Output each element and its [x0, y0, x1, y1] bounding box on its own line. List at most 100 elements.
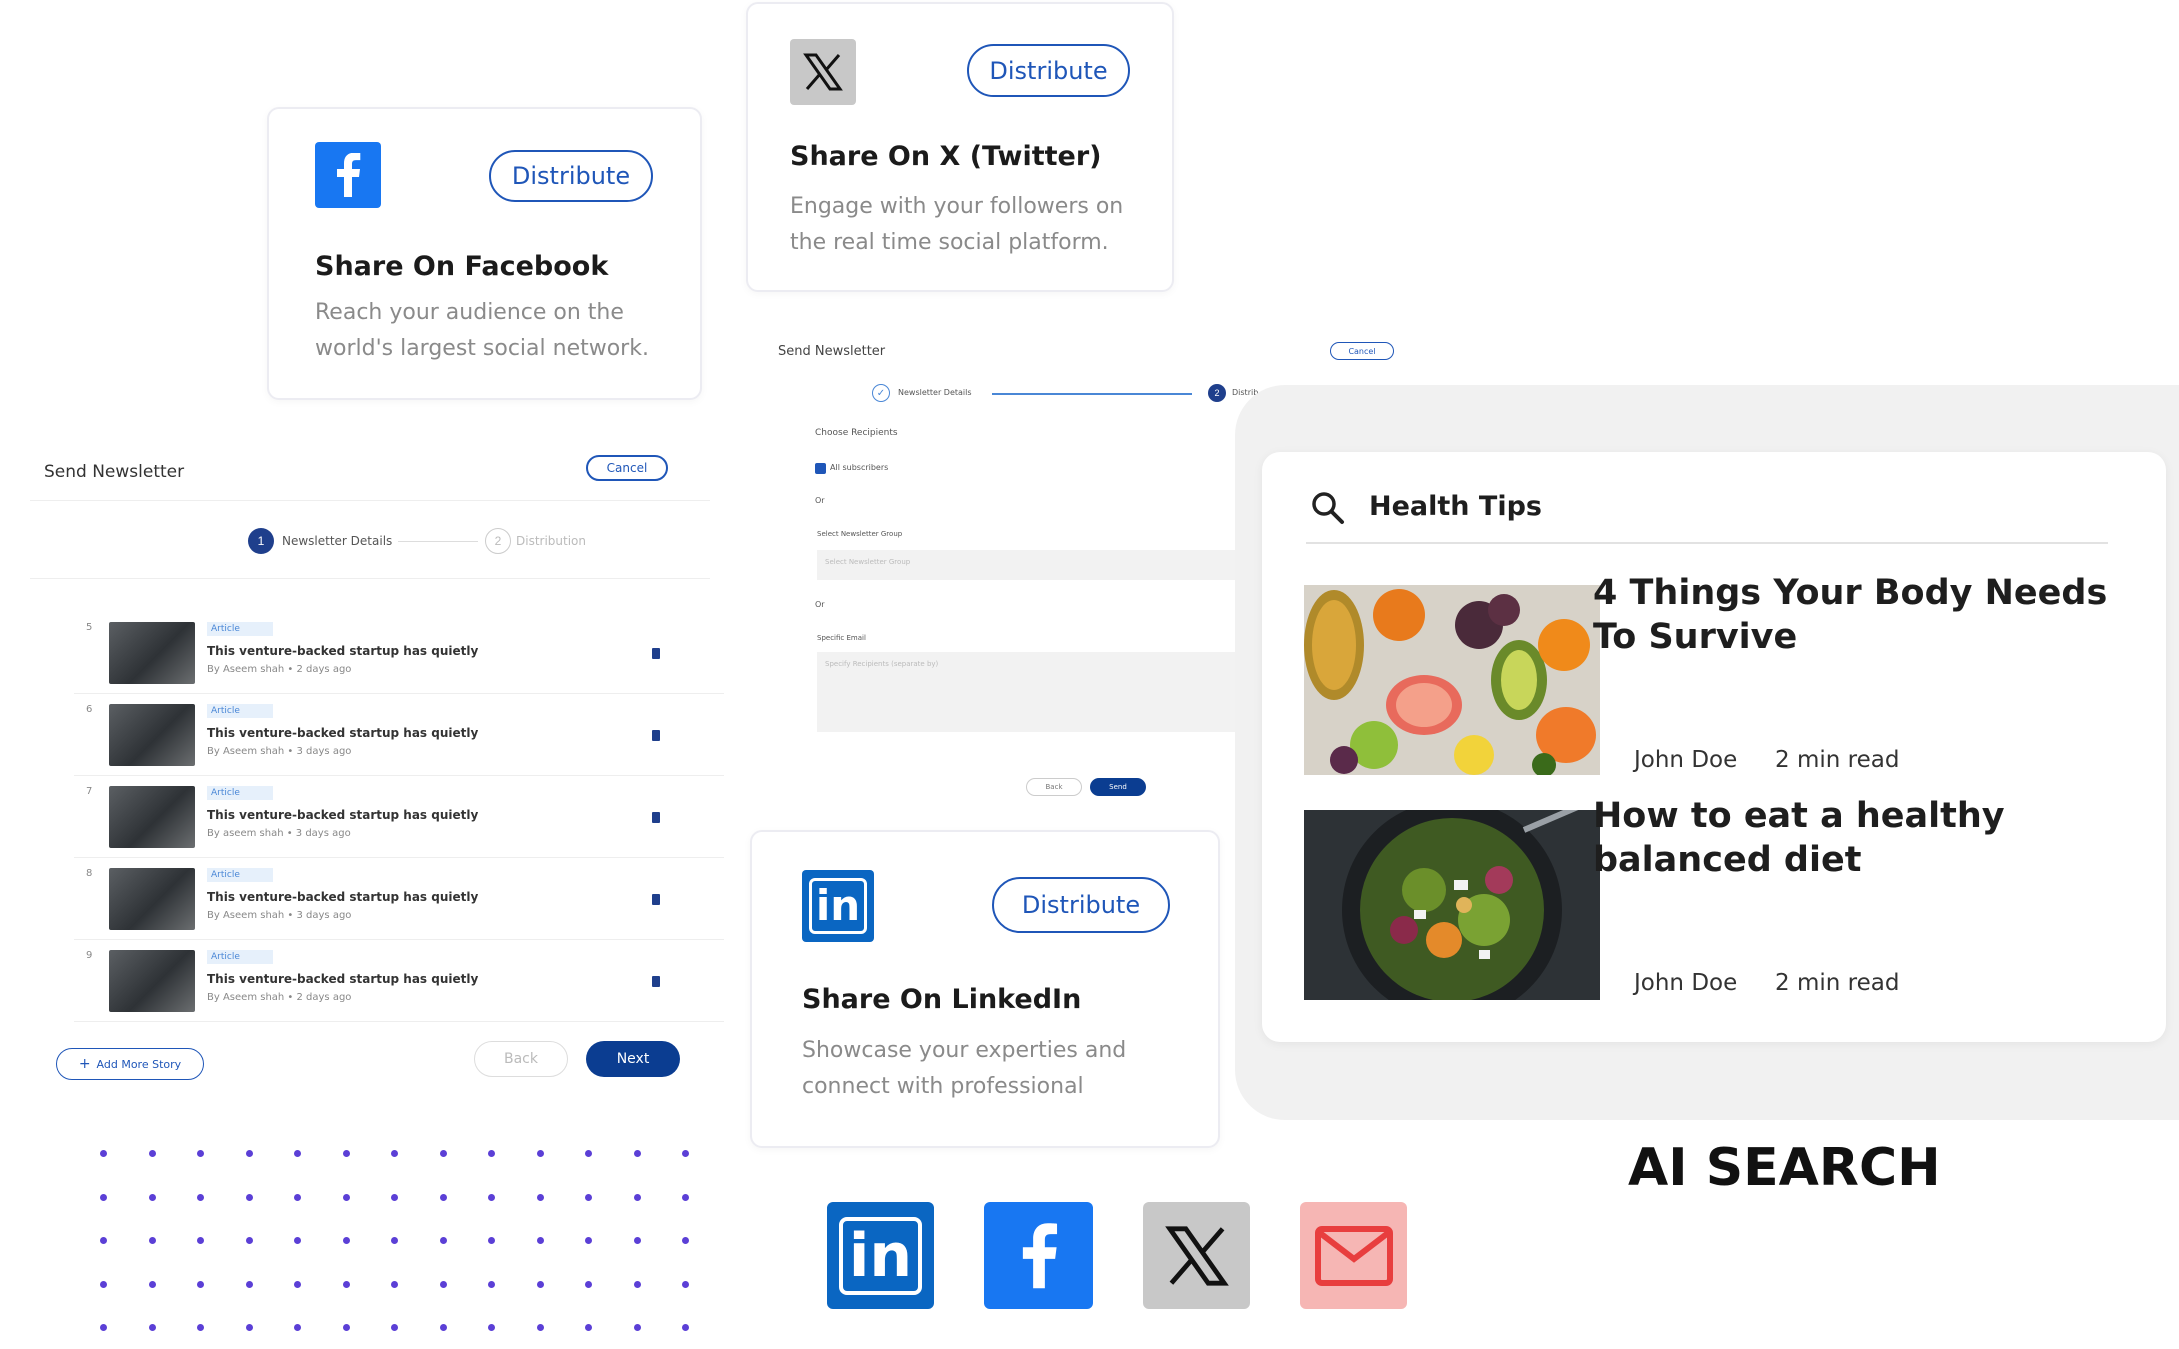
story-number: 8	[86, 868, 93, 879]
search-icon[interactable]	[1308, 488, 1348, 528]
story-tag-label: Article	[211, 952, 240, 962]
facebook-share-card: Distribute Share On Facebook Reach your …	[267, 107, 702, 400]
ai-search-card: Health Tips 4 Things Your Body Needs To …	[1262, 452, 2166, 1042]
decorative-dot	[439, 1324, 447, 1331]
decorative-dot	[100, 1150, 107, 1157]
story-row[interactable]: 8 Article This venture-backed startup ha…	[74, 860, 724, 940]
decorative-dot	[245, 1280, 253, 1288]
step-1-label: Newsletter Details	[898, 388, 972, 397]
decorative-dot	[633, 1237, 641, 1244]
decorative-dot	[391, 1193, 398, 1201]
story-tag-label: Article	[211, 624, 240, 634]
decorative-dot	[148, 1150, 156, 1157]
decorative-dot	[245, 1150, 253, 1157]
delete-icon[interactable]	[652, 976, 660, 987]
desc-line: Reach your audience on the	[315, 300, 624, 325]
decorative-dot	[585, 1150, 592, 1157]
decorative-dot	[682, 1324, 689, 1331]
linkedin-icon[interactable]: in	[827, 1202, 934, 1309]
step-2-label: Distribution	[516, 534, 587, 548]
decorative-dot	[391, 1237, 398, 1244]
story-row[interactable]: 6 Article This venture-backed startup ha…	[74, 696, 724, 776]
step-2-indicator: 2	[1208, 384, 1226, 402]
facebook-card-desc: Reach your audience on the world's large…	[315, 295, 649, 367]
choose-recipients-label: Choose Recipients	[815, 428, 898, 438]
result-author: John Doe	[1634, 747, 1738, 773]
result-title[interactable]: How to eat a healthy balanced diet	[1593, 794, 2113, 882]
back-button[interactable]: Back	[474, 1041, 568, 1077]
delete-icon[interactable]	[652, 812, 660, 823]
linkedin-distribute-button[interactable]: Distribute	[992, 877, 1170, 933]
decorative-dot	[488, 1280, 495, 1288]
add-more-story-label: Add More Story	[96, 1057, 182, 1071]
story-title: This venture-backed startup has quietly	[207, 808, 479, 822]
header-divider	[30, 500, 710, 501]
decorative-dot	[536, 1150, 544, 1157]
story-tag: Article	[207, 950, 273, 964]
desc-line: connect with professional	[802, 1074, 1084, 1099]
decorative-dot	[633, 1150, 641, 1157]
desc-line: the real time social platform.	[790, 230, 1109, 255]
back-button[interactable]: Back	[1026, 778, 1082, 796]
story-tag: Article	[207, 704, 273, 718]
decorative-dot	[294, 1324, 301, 1331]
add-more-story-button[interactable]: + Add More Story	[56, 1048, 204, 1080]
decorative-dot	[439, 1193, 447, 1201]
delete-icon[interactable]	[652, 730, 660, 741]
delete-icon[interactable]	[652, 894, 660, 905]
decorative-dot	[100, 1324, 107, 1331]
facebook-icon[interactable]	[984, 1202, 1093, 1309]
send-button[interactable]: Send	[1090, 778, 1146, 796]
story-number: 5	[86, 622, 93, 633]
all-subscribers-checkbox[interactable]	[815, 463, 826, 474]
step-1-label: Newsletter Details	[282, 534, 393, 548]
mail-icon[interactable]	[1300, 1202, 1407, 1309]
x-icon[interactable]	[1143, 1202, 1250, 1309]
decorative-dot	[294, 1193, 301, 1201]
decorative-dot	[148, 1237, 156, 1244]
x-distribute-button[interactable]: Distribute	[967, 44, 1130, 97]
linkedin-card-desc: Showcase your experties and connect with…	[802, 1033, 1126, 1105]
dot-grid-decoration	[100, 1150, 710, 1349]
story-meta: By Aseem shah • 2 days ago	[207, 664, 352, 675]
facebook-distribute-button[interactable]: Distribute	[489, 150, 653, 202]
decorative-dot	[294, 1280, 301, 1288]
decorative-dot	[197, 1150, 204, 1157]
decorative-dot	[342, 1324, 350, 1331]
story-meta: By Aseem shah • 3 days ago	[207, 910, 352, 921]
story-row[interactable]: 5 Article This venture-backed startup ha…	[74, 614, 724, 694]
step-2-indicator: 2	[485, 528, 511, 554]
decorative-dot	[488, 1237, 495, 1244]
next-button[interactable]: Next	[586, 1041, 680, 1077]
story-row[interactable]: 9 Article This venture-backed startup ha…	[74, 942, 724, 1022]
result-image-salad	[1304, 810, 1600, 1000]
steps-divider	[30, 578, 710, 579]
step-1-indicator: 1	[248, 528, 274, 554]
delete-icon[interactable]	[652, 648, 660, 659]
select-group-label: Select Newsletter Group	[817, 530, 903, 538]
search-query[interactable]: Health Tips	[1369, 491, 1542, 522]
result-title[interactable]: 4 Things Your Body Needs To Survive	[1593, 571, 2113, 659]
story-tag-label: Article	[211, 870, 240, 880]
decorative-dot	[294, 1150, 301, 1157]
desc-line: Showcase your experties and	[802, 1038, 1127, 1063]
decorative-dot	[585, 1193, 592, 1201]
decorative-dot	[391, 1150, 398, 1157]
decorative-dot	[633, 1193, 641, 1201]
x-icon	[790, 39, 856, 105]
decorative-dot	[391, 1280, 398, 1288]
facebook-card-title: Share On Facebook	[315, 251, 609, 282]
decorative-dot	[342, 1280, 350, 1288]
decorative-dot	[100, 1193, 107, 1201]
cancel-button[interactable]: Cancel	[1330, 342, 1394, 360]
story-row[interactable]: 7 Article This venture-backed startup ha…	[74, 778, 724, 858]
story-tag: Article	[207, 786, 273, 800]
step-connector	[992, 393, 1192, 395]
linkedin-icon: in	[802, 870, 874, 942]
cancel-button[interactable]: Cancel	[586, 455, 668, 481]
decorative-dot	[585, 1237, 592, 1244]
story-title: This venture-backed startup has quietly	[207, 890, 479, 904]
decorative-dot	[488, 1324, 495, 1331]
story-tag-label: Article	[211, 706, 240, 716]
search-divider	[1306, 542, 2108, 544]
